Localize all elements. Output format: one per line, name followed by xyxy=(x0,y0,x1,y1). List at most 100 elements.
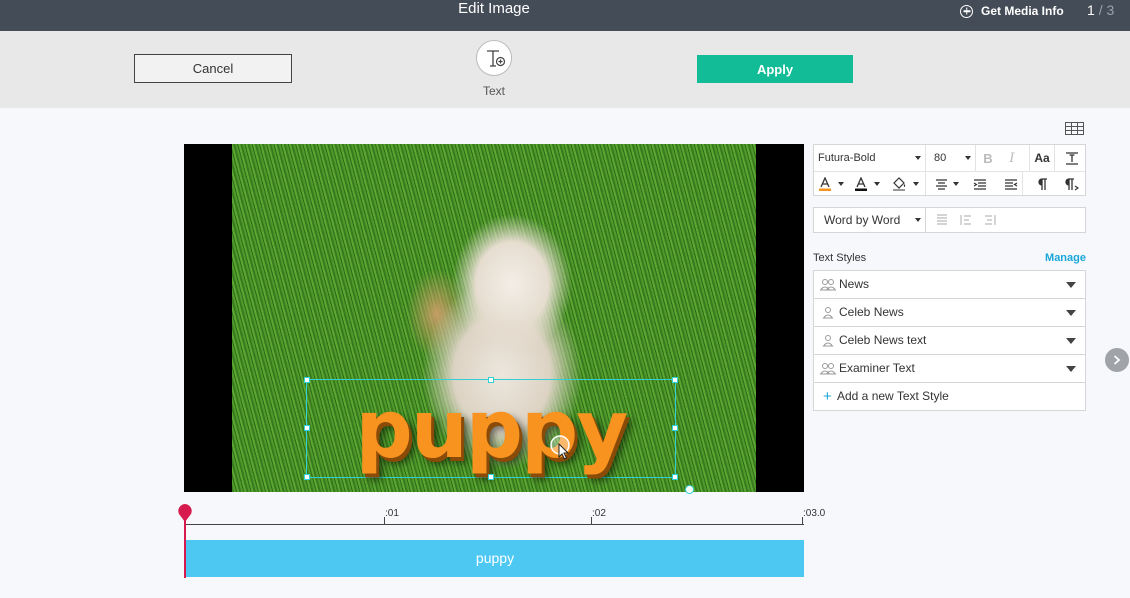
grid-icon[interactable] xyxy=(1065,122,1084,140)
resize-handle-top-left[interactable] xyxy=(303,376,310,383)
text-height-button[interactable] xyxy=(1060,145,1084,171)
page-title: Edit Image xyxy=(458,0,530,17)
text-style-label: Celeb News xyxy=(839,305,904,319)
animation-mode-select[interactable]: Word by Word xyxy=(814,208,926,232)
edit-toolbar: Cancel Text Apply xyxy=(0,31,1130,108)
person-icon xyxy=(822,335,834,347)
animation-row: Word by Word xyxy=(813,207,1086,233)
cursor-icon xyxy=(550,435,572,466)
page-total: / 3 xyxy=(1098,2,1115,18)
text-style-label: News xyxy=(839,277,870,291)
paint-bucket-icon xyxy=(893,177,906,191)
font-family-select[interactable]: Futura-Bold xyxy=(814,145,926,171)
get-media-info-button[interactable]: Get Media Info xyxy=(960,3,1064,19)
resize-handle-top-right[interactable] xyxy=(672,376,678,383)
text-style-item-news[interactable]: News xyxy=(814,271,1085,299)
text-outline-picker[interactable] xyxy=(854,171,890,197)
group-icon xyxy=(820,363,836,375)
animation-mode-value: Word by Word xyxy=(824,213,901,227)
font-family-value: Futura-Bold xyxy=(818,152,876,164)
align-right-disabled-icon[interactable] xyxy=(984,214,996,226)
chevron-down-icon xyxy=(915,218,921,222)
text-selection-box[interactable]: puppy xyxy=(303,376,678,480)
outdent-button[interactable] xyxy=(968,171,992,197)
overlay-text[interactable]: puppy xyxy=(307,380,675,479)
timeline-ruler xyxy=(184,524,804,525)
group-icon xyxy=(820,279,836,291)
bold-button[interactable]: B xyxy=(979,145,997,171)
format-controls: Futura-Bold 80 B I Aa xyxy=(813,144,1086,197)
text-style-item-celeb-news[interactable]: Celeb News xyxy=(814,299,1085,327)
timeline-tick: :01 xyxy=(384,508,399,524)
text-case-button[interactable]: Aa xyxy=(1029,145,1055,171)
timeline[interactable]: :01 :02 :03.0 puppy xyxy=(178,504,825,578)
chevron-down-icon xyxy=(913,182,919,186)
text-tool-icon xyxy=(476,40,512,76)
cancel-button[interactable]: Cancel xyxy=(134,54,292,83)
text-color-icon xyxy=(819,177,831,191)
paragraph-rtl-icon xyxy=(1065,177,1079,190)
italic-button[interactable]: I xyxy=(1003,145,1021,171)
text-styles-list: News Celeb News Celeb News text Examiner… xyxy=(813,270,1086,411)
resize-handle-bottom-right[interactable] xyxy=(672,474,678,480)
resize-handle-bottom[interactable] xyxy=(488,474,494,480)
page-current: 1 xyxy=(1087,2,1095,18)
rotate-handle[interactable] xyxy=(685,485,694,494)
text-tool-button[interactable]: Text xyxy=(475,40,513,100)
get-media-info-label: Get Media Info xyxy=(981,4,1064,18)
add-text-style-label: Add a new Text Style xyxy=(837,389,949,403)
text-style-label: Celeb News text xyxy=(839,333,927,347)
next-button[interactable] xyxy=(1105,348,1129,372)
text-height-icon xyxy=(1066,151,1078,165)
fill-color-picker[interactable] xyxy=(892,171,926,197)
text-style-item-celeb-news-text[interactable]: Celeb News text xyxy=(814,327,1085,355)
chevron-down-icon xyxy=(915,156,921,160)
chevron-right-icon xyxy=(1113,355,1121,365)
align-left-disabled-icon[interactable] xyxy=(960,214,972,226)
expand-triangle-icon[interactable] xyxy=(1066,282,1076,288)
text-color-picker[interactable] xyxy=(818,171,854,197)
image-canvas[interactable]: puppy xyxy=(184,144,804,494)
add-text-style-button[interactable]: + Add a new Text Style xyxy=(814,383,1085,411)
text-outline-icon xyxy=(855,177,867,191)
person-icon xyxy=(822,307,834,319)
page-indicator: 1 / 3 xyxy=(1087,2,1114,18)
text-tool-label: Text xyxy=(482,84,505,98)
chevron-down-icon xyxy=(965,156,971,160)
rtl-direction-button[interactable] xyxy=(1061,171,1083,197)
text-styles-header: Text Styles Manage xyxy=(813,252,1086,264)
text-style-item-examiner-text[interactable]: Examiner Text xyxy=(814,355,1085,383)
align-center-select[interactable] xyxy=(932,171,962,197)
indent-icon xyxy=(1004,178,1017,190)
plus-circle-icon xyxy=(960,4,973,18)
resize-handle-bottom-left[interactable] xyxy=(303,474,310,480)
format-row-1: Futura-Bold 80 B I Aa xyxy=(814,145,1085,172)
resize-handle-right[interactable] xyxy=(672,425,678,431)
paragraph-ltr-icon xyxy=(1038,177,1047,190)
font-size-select[interactable]: 80 xyxy=(926,145,976,171)
indent-button[interactable] xyxy=(999,171,1023,197)
resize-handle-top[interactable] xyxy=(488,376,494,383)
outdent-icon xyxy=(973,178,986,190)
expand-triangle-icon[interactable] xyxy=(1066,338,1076,344)
manage-link[interactable]: Manage xyxy=(1045,252,1086,264)
align-center-icon xyxy=(936,178,947,190)
justify-icon[interactable] xyxy=(936,214,948,226)
expand-triangle-icon[interactable] xyxy=(1066,366,1076,372)
apply-button[interactable]: Apply xyxy=(697,55,853,83)
font-size-value: 80 xyxy=(934,152,947,164)
chevron-down-icon xyxy=(874,182,880,186)
text-styles-heading: Text Styles xyxy=(813,252,867,264)
top-bar: Edit Image Get Media Info 1 / 3 xyxy=(0,0,1130,31)
ltr-direction-button[interactable] xyxy=(1031,171,1053,197)
timeline-tick: :03.0 xyxy=(801,508,826,524)
resize-handle-left[interactable] xyxy=(303,425,310,431)
text-style-label: Examiner Text xyxy=(839,361,915,375)
format-row-2 xyxy=(814,171,1085,197)
timeline-clip[interactable]: puppy xyxy=(186,540,804,577)
chevron-down-icon xyxy=(953,182,959,186)
expand-triangle-icon[interactable] xyxy=(1066,310,1076,316)
chevron-down-icon xyxy=(838,182,844,186)
plus-icon: + xyxy=(823,388,832,405)
timeline-tick: :02 xyxy=(591,508,606,524)
